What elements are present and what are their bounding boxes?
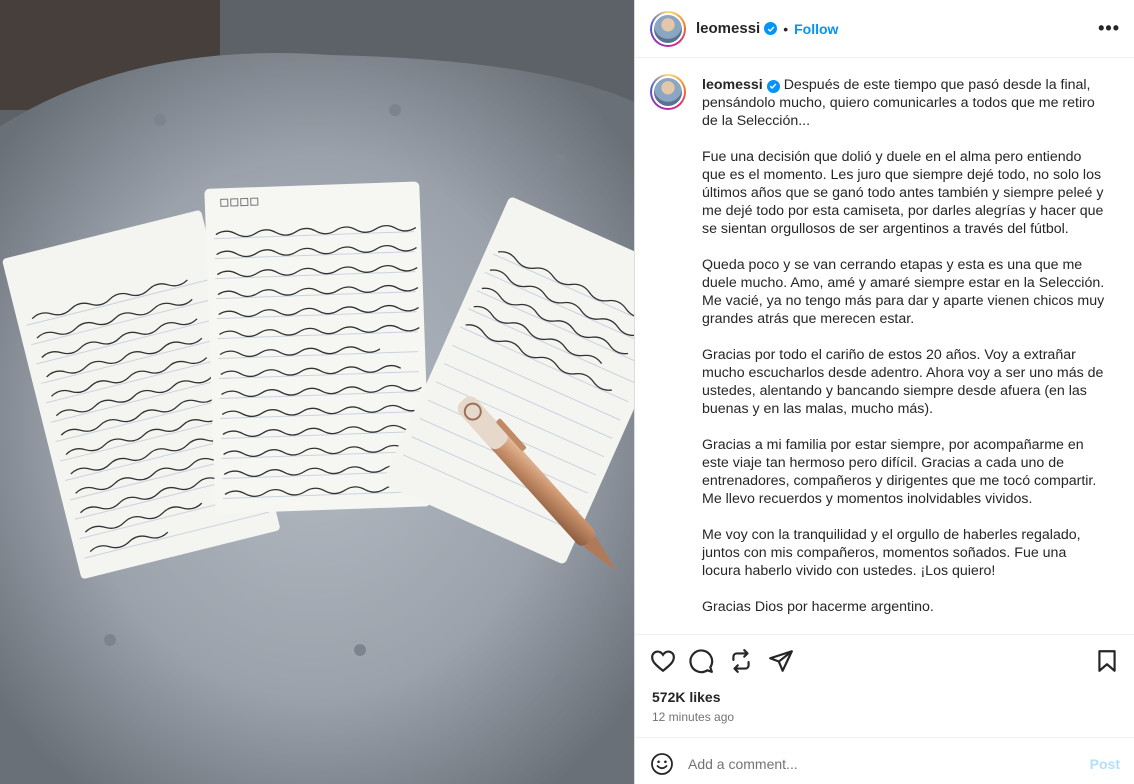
repost-icon[interactable] [728, 648, 754, 674]
post-comment-button[interactable]: Post [1090, 756, 1120, 772]
more-options-icon[interactable]: ••• [1098, 18, 1120, 39]
post-timestamp[interactable]: 12 minutes ago [652, 710, 734, 724]
likes-count[interactable]: 572K likes [652, 689, 721, 705]
caption-text: leomessi Después de este tiempo que pasó… [702, 76, 1108, 632]
action-bar [650, 648, 1120, 674]
notes-photo-illustration [0, 0, 634, 784]
caption-paragraph-3: Queda poco y se van cerrando etapas y es… [702, 257, 1105, 327]
caption-section: leomessi Después de este tiempo que pasó… [650, 72, 1120, 632]
header-separator: • [783, 20, 789, 37]
comment-divider [635, 737, 1134, 738]
caption-paragraph-4: Gracias por todo el cariño de estos 20 a… [702, 347, 1104, 417]
comment-input[interactable] [688, 756, 1068, 772]
caption-paragraph-6: Me voy con la tranquilidad y el orgullo … [702, 527, 1081, 579]
follow-button[interactable]: Follow [794, 21, 838, 37]
caption-paragraph-5: Gracias a mi familia por estar siempre, … [702, 437, 1097, 507]
post-photo[interactable] [0, 0, 634, 784]
post-header: leomessi • Follow ••• [635, 0, 1134, 58]
caption-avatar[interactable] [650, 74, 686, 110]
header-username[interactable]: leomessi [696, 20, 760, 37]
verified-badge-icon [766, 79, 780, 93]
emoji-icon[interactable] [650, 752, 674, 776]
caption-paragraph-7: Gracias Dios por hacerme argentino. [702, 599, 934, 615]
share-send-icon[interactable] [768, 648, 794, 674]
caption-paragraph-2: Fue una decisión que dolió y duele en el… [702, 149, 1104, 237]
save-bookmark-icon[interactable] [1094, 648, 1120, 674]
verified-badge-icon [764, 22, 778, 35]
actions-divider [635, 634, 1134, 635]
like-heart-icon[interactable] [650, 648, 676, 674]
avatar[interactable] [650, 10, 686, 47]
comment-icon[interactable] [688, 648, 714, 674]
caption-username[interactable]: leomessi [702, 77, 763, 93]
post-side-panel: leomessi • Follow ••• leomessi Después d… [635, 0, 1134, 784]
caption-paragraph-1: leomessi Después de este tiempo que pasó… [702, 76, 1108, 130]
comment-bar: Post [650, 748, 1120, 780]
